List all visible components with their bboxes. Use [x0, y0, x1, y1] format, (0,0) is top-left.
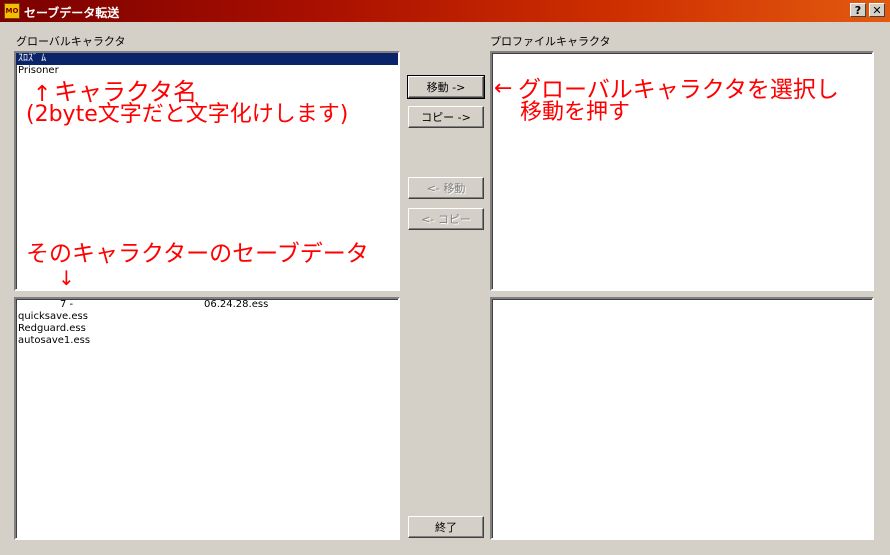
close-button[interactable]: ✕ — [869, 3, 885, 17]
char-name-note-annotation: (2byte文字だと文字化けします) — [26, 102, 349, 127]
list-item[interactable]: ｽﾛｽﾞ ﾑ — [16, 53, 398, 65]
list-item[interactable]: Redguard.ess — [16, 323, 398, 335]
list-item[interactable]: autosave1.ess — [16, 335, 398, 347]
save-data-annotation: そのキャラクターのセーブデータ — [26, 241, 369, 267]
list-item[interactable]: quicksave.ess — [16, 311, 398, 323]
copy-left-button[interactable]: <- コピー — [408, 208, 484, 230]
select-hint-annotation: グローバルキャラクタを選択し — [518, 77, 839, 103]
save-name: 7 - — [60, 299, 74, 310]
select-hint-arrow-icon: ← — [494, 76, 513, 101]
copy-right-button[interactable]: コピー -> — [408, 106, 484, 128]
global-save-list[interactable]: 7 - 06.24.28.ess quicksave.ess Redguard.… — [14, 297, 400, 540]
exit-button[interactable]: 終了 — [408, 516, 484, 538]
profile-character-label: プロファイルキャラクタ — [490, 35, 611, 48]
save-data-arrow-icon: ↓ — [58, 266, 75, 290]
title-bar: MO セーブデータ転送 ? ✕ — [0, 0, 890, 22]
char-name-annotation: キャラクタ名 — [54, 78, 198, 106]
list-item[interactable]: Prisoner — [16, 65, 398, 77]
move-left-button[interactable]: <- 移動 — [408, 177, 484, 199]
app-icon: MO — [4, 3, 20, 19]
list-item[interactable]: 7 - 06.24.28.ess — [16, 299, 398, 311]
help-button[interactable]: ? — [850, 3, 866, 17]
press-move-annotation: 移動を押す — [520, 100, 631, 125]
move-right-button[interactable]: 移動 -> — [407, 75, 485, 99]
profile-save-list[interactable] — [490, 297, 874, 540]
window-title: セーブデータ転送 — [24, 6, 120, 20]
save-date: 06.24.28.ess — [204, 299, 269, 310]
global-character-label: グローバルキャラクタ — [16, 35, 126, 48]
